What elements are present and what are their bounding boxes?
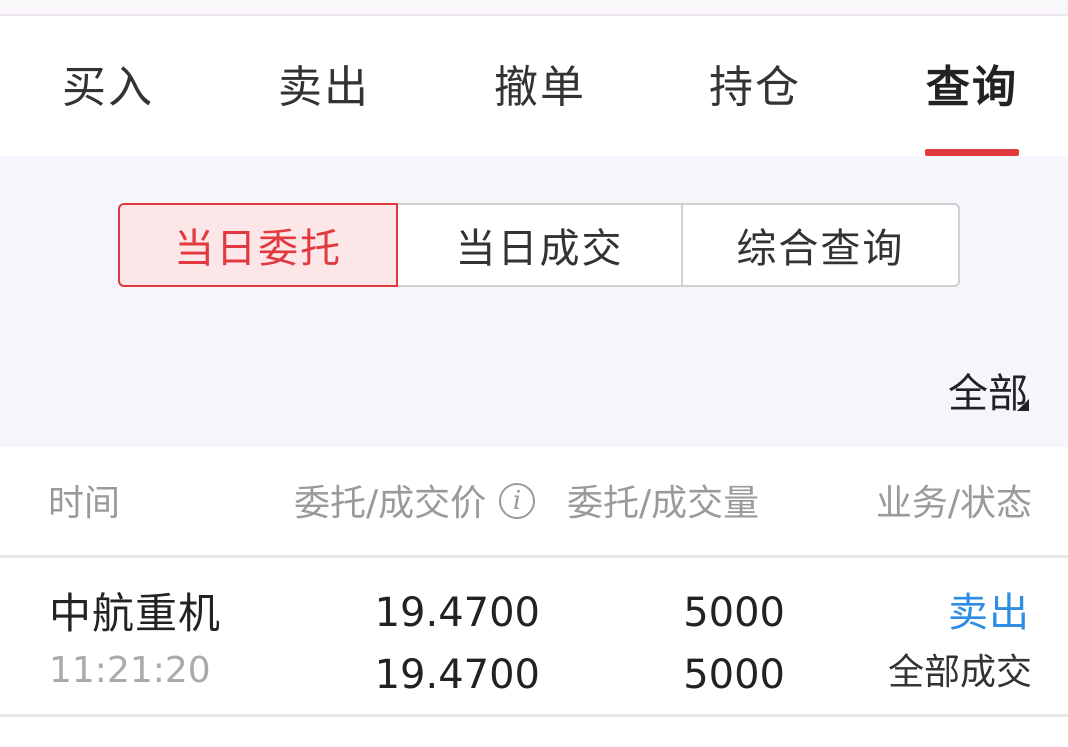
- active-tab-indicator: [925, 149, 1019, 156]
- status-filter-dropdown[interactable]: 全部: [948, 366, 1028, 422]
- tab-sell[interactable]: 卖出: [278, 60, 370, 116]
- dropdown-corner-icon: [1017, 399, 1029, 411]
- order-status: 全部成交: [887, 652, 1032, 693]
- order-price: 19.4700: [374, 590, 540, 636]
- order-row[interactable]: 中航重机 11:21:20 19.4700 19.4700 5000 5000 …: [0, 558, 1068, 714]
- row-divider: [0, 714, 1068, 717]
- info-icon[interactable]: i: [499, 483, 535, 519]
- order-query-page: 买入 卖出 撤单 持仓 查询 当日委托 当日成交 综合查询 全部 时间 委托/成…: [0, 0, 1068, 747]
- column-header-status: 业务/状态: [875, 483, 1032, 524]
- column-header-price: 委托/成交价: [294, 483, 487, 524]
- tab-query[interactable]: 查询: [926, 60, 1018, 116]
- tab-position[interactable]: 持仓: [709, 60, 801, 116]
- query-segmented-control: 当日委托 当日成交 综合查询: [118, 203, 961, 287]
- tab-cancel[interactable]: 撤单: [494, 60, 586, 116]
- segment-today-deals[interactable]: 当日成交: [398, 203, 683, 287]
- order-time: 11:21:20: [49, 650, 211, 691]
- segment-today-orders[interactable]: 当日委托: [118, 203, 399, 287]
- deal-quantity: 5000: [683, 652, 785, 698]
- status-strip: [0, 0, 1068, 16]
- deal-price: 19.4700: [374, 652, 540, 698]
- column-header-quantity: 委托/成交量: [567, 483, 760, 524]
- segment-comprehensive-query[interactable]: 综合查询: [682, 203, 961, 287]
- order-quantity: 5000: [683, 590, 785, 636]
- order-side: 卖出: [948, 590, 1030, 636]
- column-header-time: 时间: [48, 483, 121, 524]
- trade-tab-bar: 买入 卖出 撤单 持仓 查询: [0, 16, 1068, 156]
- stock-name: 中航重机: [49, 589, 222, 638]
- tab-buy[interactable]: 买入: [62, 60, 154, 116]
- filter-area: 当日委托 当日成交 综合查询 全部: [0, 156, 1068, 447]
